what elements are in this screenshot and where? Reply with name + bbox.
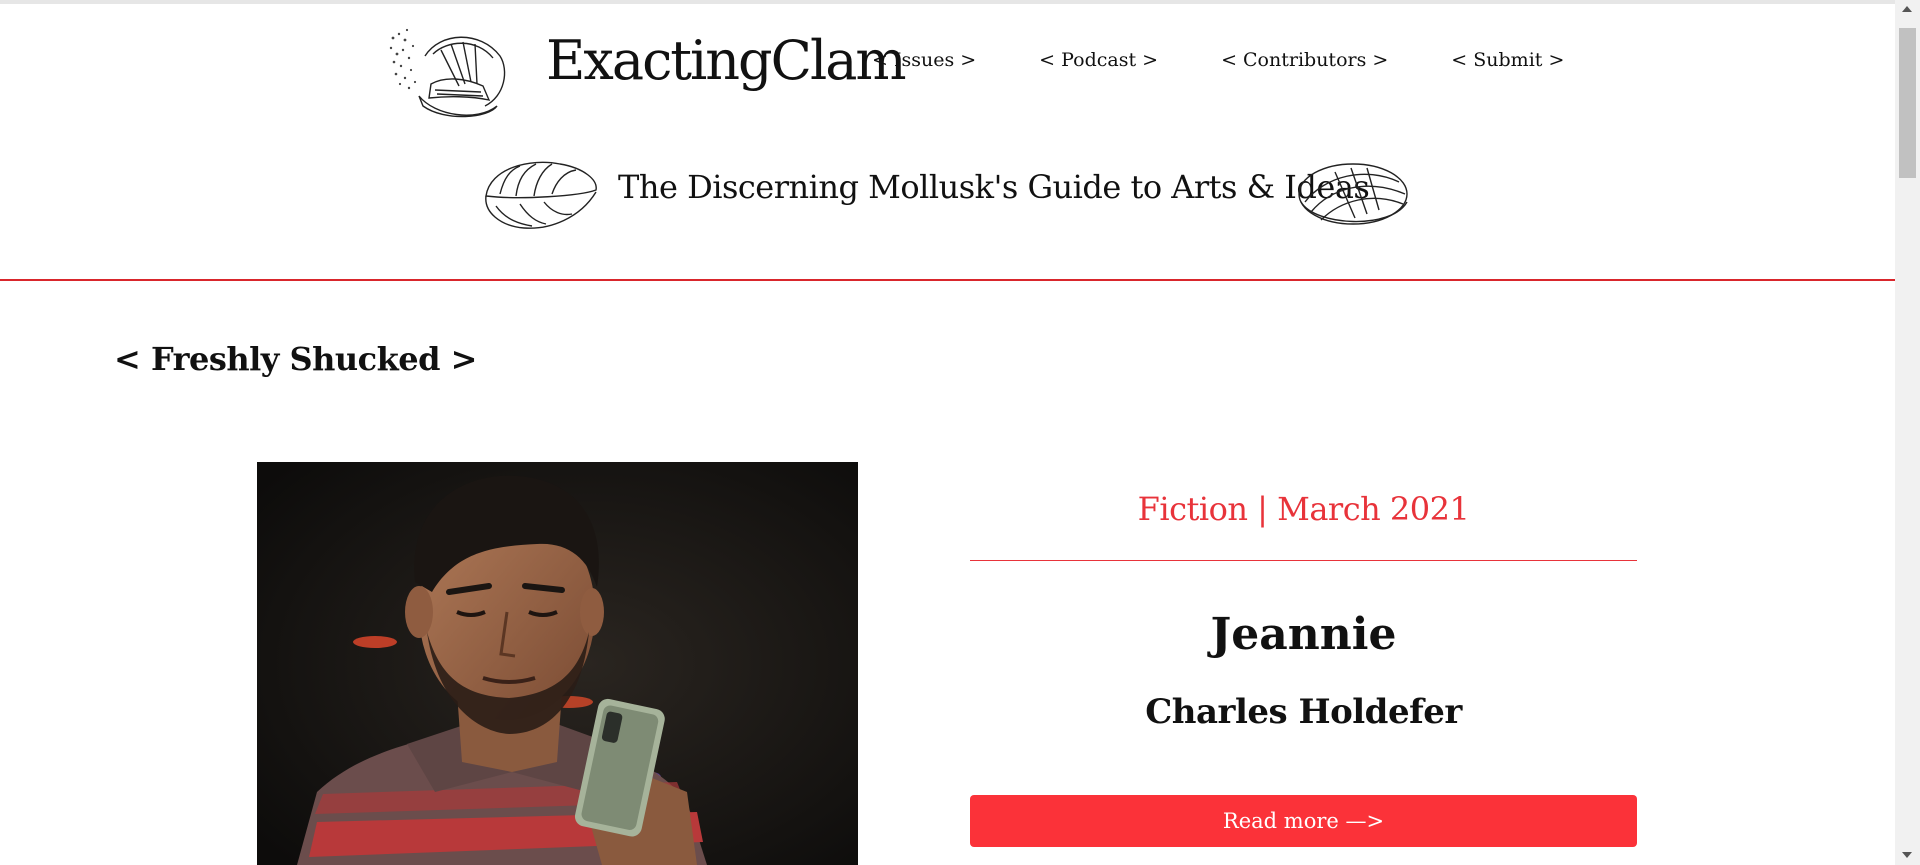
feature-image[interactable] bbox=[257, 462, 858, 865]
tagline-banner: The Discerning Mollusk's Guide to Arts &… bbox=[480, 152, 1415, 232]
nav-issues[interactable]: < Issues > bbox=[872, 48, 976, 72]
closed-shell-icon bbox=[1298, 163, 1408, 225]
open-shell-icon bbox=[485, 161, 597, 229]
scroll-down-arrow-icon[interactable] bbox=[1902, 852, 1912, 858]
read-more-button[interactable]: Read more —> bbox=[970, 795, 1637, 847]
clam-logo-icon[interactable] bbox=[385, 26, 510, 124]
scroll-up-arrow-icon[interactable] bbox=[1902, 6, 1912, 12]
feature-category[interactable]: Fiction | March 2021 bbox=[970, 490, 1637, 528]
site-header: ExactingClam < Issues > < Podcast > < Co… bbox=[0, 4, 1895, 281]
story-title[interactable]: Jeannie bbox=[970, 609, 1637, 661]
main-nav: < Issues > < Podcast > < Contributors > … bbox=[872, 48, 1564, 72]
site-tagline: The Discerning Mollusk's Guide to Arts &… bbox=[618, 168, 1370, 206]
nav-submit[interactable]: < Submit > bbox=[1451, 48, 1564, 72]
vertical-scrollbar[interactable] bbox=[1895, 0, 1920, 865]
nav-podcast[interactable]: < Podcast > bbox=[1039, 48, 1158, 72]
feature-photo-illustration bbox=[257, 462, 858, 865]
site-logo-wordmark[interactable]: ExactingClam bbox=[546, 26, 907, 96]
scrollbar-thumb[interactable] bbox=[1899, 28, 1916, 178]
feature-details: Fiction | March 2021 Jeannie Charles Hol… bbox=[970, 462, 1637, 847]
section-title: < Freshly Shucked > bbox=[114, 340, 477, 378]
header-divider bbox=[0, 279, 1895, 281]
nav-contributors[interactable]: < Contributors > bbox=[1221, 48, 1388, 72]
category-divider bbox=[970, 560, 1637, 561]
story-author[interactable]: Charles Holdefer bbox=[970, 691, 1637, 733]
